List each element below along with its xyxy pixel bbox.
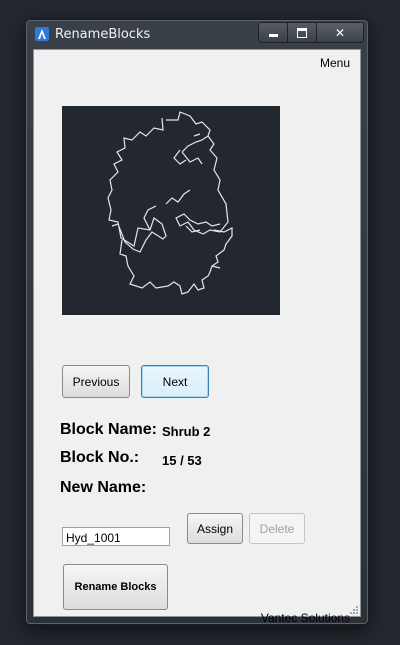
shrub-outline-lower (119, 227, 233, 295)
new-name-input[interactable] (62, 527, 170, 546)
company-footer: Vantec Solutions (260, 611, 350, 625)
client-area: Menu Previous Next Block Name: Shrub 2 B… (33, 49, 361, 625)
block-name-label: Block Name: (60, 421, 157, 438)
menu-button[interactable]: Menu (320, 56, 350, 70)
previous-button[interactable]: Previous (62, 365, 130, 398)
caption-buttons: ✕ (258, 22, 364, 43)
block-name-value: Shrub 2 (162, 424, 211, 439)
block-preview (62, 106, 280, 315)
shrub-outline-upper (107, 117, 167, 253)
maximize-button[interactable] (288, 23, 317, 42)
rename-blocks-button[interactable]: Rename Blocks (63, 564, 168, 610)
close-button[interactable]: ✕ (317, 23, 363, 42)
rename-blocks-label: Rename Blocks (74, 581, 157, 593)
resize-grip-icon[interactable] (349, 605, 359, 615)
assign-button[interactable]: Assign (187, 513, 243, 544)
next-button[interactable]: Next (141, 365, 209, 398)
shrub-outline-right (166, 111, 229, 235)
shrub-block-drawing (107, 111, 233, 295)
maximize-icon (297, 27, 307, 38)
shrub-inner-hook (173, 133, 209, 165)
new-name-label: New Name: (60, 479, 147, 496)
autocad-a-icon (35, 27, 49, 41)
minimize-icon (268, 34, 278, 37)
minimize-button[interactable] (259, 23, 288, 42)
window-title: RenameBlocks (55, 27, 151, 42)
app-window: RenameBlocks ✕ Menu Previous Next Block … (26, 20, 368, 625)
close-icon: ✕ (334, 25, 346, 40)
block-no-value: 15 / 53 (162, 453, 202, 468)
block-no-label: Block No.: (60, 449, 140, 466)
shrub-inner-marks (143, 189, 201, 233)
title-bar[interactable]: RenameBlocks ✕ (27, 21, 367, 47)
delete-button[interactable]: Delete (249, 513, 305, 544)
